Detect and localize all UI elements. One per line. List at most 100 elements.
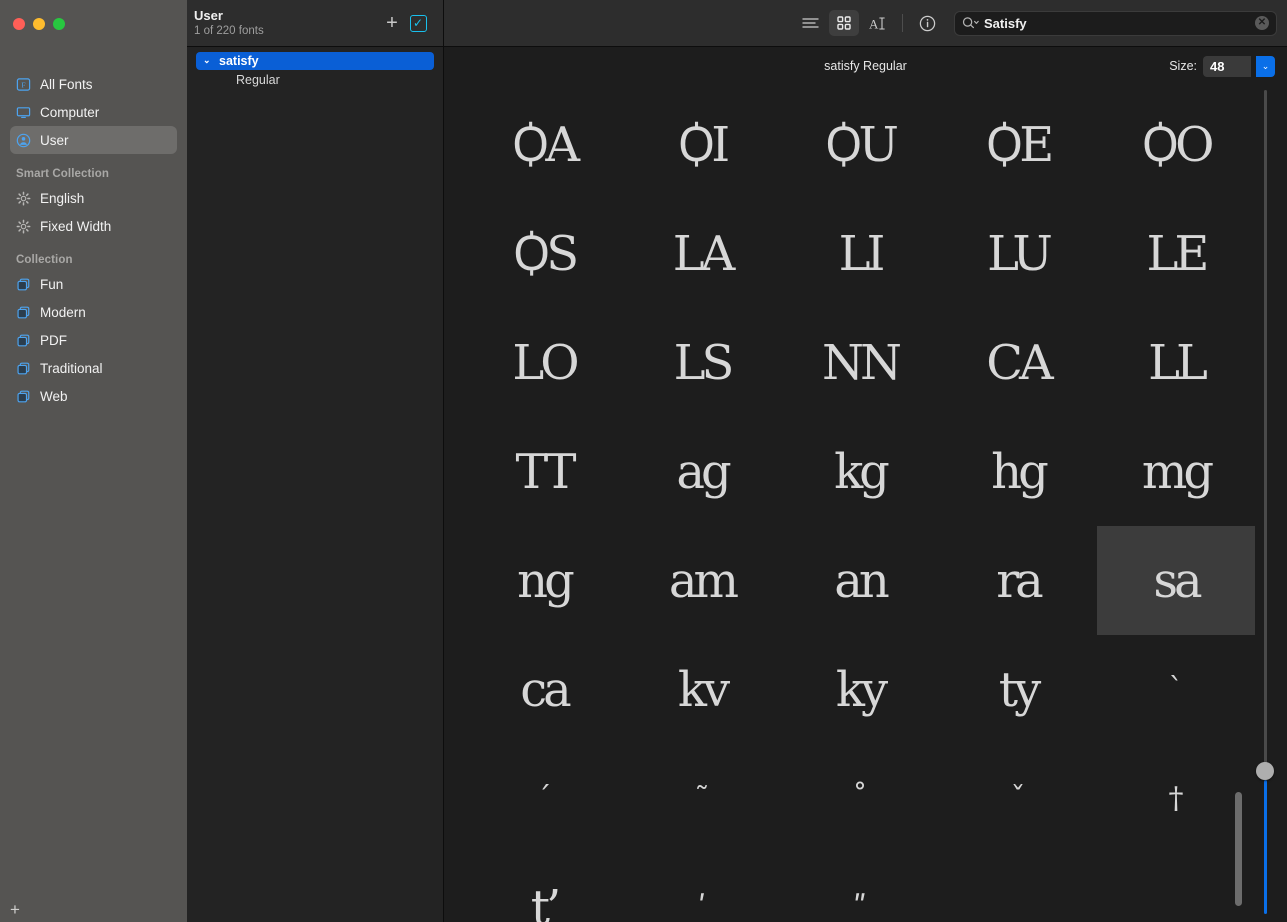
glyph-cell[interactable]: ` (1097, 635, 1255, 744)
glyph-cell[interactable]: ʹ (623, 853, 781, 922)
zoom-button[interactable] (53, 17, 65, 30)
search-input[interactable]: Satisfy (984, 16, 1250, 31)
sample-view-button[interactable]: A (863, 10, 893, 36)
glyph-cell[interactable]: ty (939, 635, 1097, 744)
glyph-cell[interactable]: LO (465, 308, 623, 417)
glyph-cell[interactable]: am (623, 526, 781, 635)
glyph-cell[interactable]: kg (781, 417, 939, 526)
search-field[interactable]: Satisfy ✕ (954, 10, 1277, 36)
sidebar-item-fixed-width[interactable]: Fixed Width (10, 212, 177, 240)
grid-view-button[interactable] (829, 10, 859, 36)
list-view-button[interactable] (795, 10, 825, 36)
window-controls (0, 0, 187, 47)
glyph-cell[interactable]: ´ (465, 744, 623, 853)
collection-header: Collection (16, 254, 73, 266)
glyph-cell[interactable]: ca (465, 635, 623, 744)
glyph-cell[interactable]: ꟀU (781, 90, 939, 199)
minimize-button[interactable] (33, 17, 45, 30)
glyph-cell[interactable]: ꟀI (623, 90, 781, 199)
font-list-title: User (194, 8, 223, 23)
size-control: Size: 48 ⌄ (1169, 55, 1275, 77)
all-fonts-icon: F (16, 77, 31, 91)
glyph-hg: hg (991, 443, 1049, 500)
glyph-cell[interactable]: ng (465, 526, 623, 635)
glyph-sa: sa (1153, 552, 1202, 609)
clear-search-button[interactable]: ✕ (1255, 16, 1269, 30)
add-font-button[interactable]: + (379, 10, 405, 36)
sidebar-item-pdf[interactable]: PDF (10, 326, 177, 354)
sidebar-item-all-fonts[interactable]: F All Fonts (10, 70, 177, 98)
sidebar-item-web[interactable]: Web (10, 382, 177, 410)
enable-font-toggle[interactable]: ✓ (405, 10, 431, 36)
sidebar-item-computer[interactable]: Computer (10, 98, 177, 126)
glyph-acute: ´ (536, 780, 552, 816)
glyph-cell[interactable]: sa (1097, 526, 1255, 635)
sidebar-item-label: User (40, 132, 69, 148)
glyph-cell[interactable]: ꟀO (1097, 90, 1255, 199)
glyph-cell[interactable]: t’ (465, 853, 623, 922)
glyph-LS: LS (673, 334, 735, 391)
glyph-scrollbar[interactable] (1233, 90, 1243, 916)
size-input[interactable]: 48 (1203, 55, 1251, 77)
glyph-cell[interactable]: ra (939, 526, 1097, 635)
toolbar: A Satisfy ✕ (444, 0, 1287, 47)
glyph-cell[interactable]: ag (623, 417, 781, 526)
glyph-ag: ag (676, 443, 731, 500)
glyph-ky: ky (835, 661, 888, 718)
sidebar-item-label: Web (40, 388, 68, 404)
scrollbar-thumb[interactable] (1235, 792, 1242, 906)
info-button[interactable] (912, 10, 942, 36)
glyph-cell[interactable]: mg (1097, 417, 1255, 526)
glyph-cell[interactable]: TT (465, 417, 623, 526)
size-slider[interactable] (1253, 90, 1277, 914)
glyph-cell[interactable]: LA (623, 199, 781, 308)
size-dropdown-button[interactable]: ⌄ (1256, 55, 1275, 77)
glyph-cell[interactable]: LL (1097, 308, 1255, 417)
glyph-RE: ꟀE (985, 116, 1055, 173)
sidebar-item-english[interactable]: English (10, 184, 177, 212)
sidebar-item-fun[interactable]: Fun (10, 270, 177, 298)
glyph-cell[interactable]: ˜ (623, 744, 781, 853)
glyph-cell[interactable]: ꟀS (465, 199, 623, 308)
glyph-cell[interactable]: LU (939, 199, 1097, 308)
font-family-name: satisfy (219, 54, 259, 68)
glyph-RI: ꟀI (677, 116, 730, 173)
glyph-cell[interactable]: LI (781, 199, 939, 308)
glyph-cell[interactable]: ˇ (939, 744, 1097, 853)
size-label: Size: (1169, 59, 1197, 73)
sidebar-item-user[interactable]: User (10, 126, 177, 154)
glyph-RS: ꟀS (512, 225, 579, 282)
font-list-subtitle: 1 of 220 fonts (194, 25, 264, 37)
sidebar-list: F All Fonts Computer User Smart Collecti… (0, 47, 187, 410)
glyph-cell[interactable]: ʺ (781, 853, 939, 922)
glyph-cell[interactable]: ky (781, 635, 939, 744)
glyph-double-prime: ʺ (853, 889, 867, 922)
glyph-cell[interactable]: CA (939, 308, 1097, 417)
glyph-cell[interactable]: LS (623, 308, 781, 417)
slider-knob[interactable] (1256, 762, 1274, 780)
close-button[interactable] (13, 17, 25, 30)
font-family-row[interactable]: ⌄ satisfy (196, 52, 434, 70)
glyph-cell[interactable]: ˚ (781, 744, 939, 853)
sidebar-item-label: PDF (40, 332, 67, 348)
glyph-cell[interactable]: † (1097, 744, 1255, 853)
glyph-cell[interactable]: kv (623, 635, 781, 744)
glyph-cell[interactable]: ꟀE (939, 90, 1097, 199)
glyph-cell[interactable]: NN (781, 308, 939, 417)
sidebar-item-modern[interactable]: Modern (10, 298, 177, 326)
glyph-ty: ty (998, 661, 1041, 718)
glyph-t-apostrophe: t’ (530, 879, 561, 922)
add-collection-button[interactable]: + (4, 898, 26, 920)
sidebar-item-traditional[interactable]: Traditional (10, 354, 177, 382)
glyph-cell[interactable]: hg (939, 417, 1097, 526)
preview-infobar: satisfy Regular Size: 48 ⌄ (444, 47, 1287, 85)
sidebar: F All Fonts Computer User Smart Collecti… (0, 0, 187, 922)
glyph-grid-area: ꟀA ꟀI ꟀU ꟀE ꟀO ꟀS LA LI LU LE LO LS NN CA LL TT ag kg hg mg… (444, 85, 1287, 922)
glyph-cell[interactable]: LE (1097, 199, 1255, 308)
glyph-ca: ca (520, 661, 571, 718)
main-pane: A Satisfy ✕ satisfy Regular Size: 48 ⌄ Ꟁ… (444, 0, 1287, 922)
glyph-CA: CA (986, 334, 1053, 391)
glyph-cell[interactable]: an (781, 526, 939, 635)
font-style-row[interactable]: Regular (187, 71, 443, 89)
glyph-cell[interactable]: ꟀA (465, 90, 623, 199)
